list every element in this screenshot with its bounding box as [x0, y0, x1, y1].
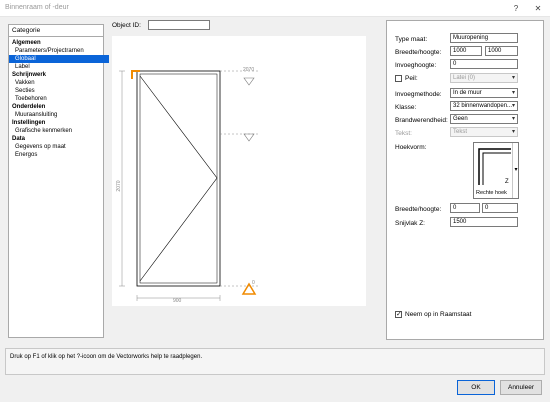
include-window-schedule-label: Neem op in Raamstaat: [405, 311, 472, 318]
category-item[interactable]: Gegevens op maat: [9, 143, 109, 151]
width-height-2-label: Breedte/hoogte:: [395, 206, 442, 213]
category-list: Algemeen Parameters/Projectrarnen Globaal L…: [8, 36, 109, 338]
width-height-label: Breedte/hoogte:: [395, 49, 442, 56]
category-item[interactable]: Toebehoren: [9, 95, 109, 103]
level-select[interactable]: Latei (0) ▾: [450, 73, 518, 83]
category-item[interactable]: Energos: [9, 151, 109, 159]
cancel-button[interactable]: Annuleer: [500, 380, 542, 395]
top-level-marker: [243, 77, 255, 86]
class-label: Klasse:: [395, 104, 417, 111]
help-text-box: Druk op F1 of klik op het ?-icoon om de …: [5, 348, 545, 375]
right-angle-icon: Z: [478, 148, 511, 185]
height-2-input[interactable]: 0: [482, 203, 518, 213]
ok-button[interactable]: OK: [457, 380, 495, 395]
level-label: Peil:: [405, 75, 418, 82]
object-id-input[interactable]: [148, 20, 210, 30]
text-label: Tekst:: [395, 130, 412, 137]
door-swing: [139, 75, 218, 282]
insertion-point-marker: [131, 70, 140, 79]
dim-top-label: 2070: [243, 67, 254, 73]
category-item[interactable]: Schrijnwerk: [9, 71, 106, 79]
cut-plane-input[interactable]: 1500: [450, 217, 518, 227]
category-item[interactable]: Parameters/Projectrarnen: [9, 47, 109, 55]
type-label: Type maat:: [395, 36, 428, 43]
cut-plane-label: Snijvlak Z:: [395, 220, 425, 227]
category-item[interactable]: Secties: [9, 87, 109, 95]
category-item[interactable]: Data: [9, 135, 106, 143]
fire-resistance-label: Brandwerendheid:: [395, 117, 448, 124]
insertion-height-label: Invoeghoogte:: [395, 62, 437, 69]
door-panel: [139, 73, 218, 284]
chevron-down-icon[interactable]: ▾: [512, 143, 519, 198]
svg-text:Z: Z: [505, 179, 509, 185]
category-item[interactable]: Muuraansluiting: [9, 111, 109, 119]
insert-method-select[interactable]: In de muur ▾: [450, 88, 518, 98]
category-item[interactable]: Algemeen: [9, 39, 106, 47]
dim-bottom-label: 900: [173, 298, 182, 304]
title-bar: Binnenraam of -deur ? ✕: [0, 0, 550, 17]
help-icon[interactable]: ?: [508, 2, 524, 15]
level-checkbox[interactable]: [395, 75, 402, 82]
type-input[interactable]: Muuropening: [450, 33, 518, 43]
width-input[interactable]: 1000: [450, 46, 482, 56]
dim-left-label: 2070: [116, 180, 122, 191]
object-id-label: Object ID:: [112, 22, 141, 29]
category-item[interactable]: Instellingen: [9, 119, 106, 127]
corner-shape-value: Rechte hoek: [476, 190, 507, 196]
window-title: Binnenraam of -deur: [5, 4, 69, 11]
corner-shape-picker[interactable]: Z Rechte hoek ▾: [473, 142, 519, 199]
insertion-height-input[interactable]: 0: [450, 59, 518, 69]
height-input[interactable]: 1000: [485, 46, 518, 56]
close-icon[interactable]: ✕: [530, 2, 546, 15]
class-select[interactable]: 32 binnenwandopen... ▾: [450, 101, 518, 111]
width-2-input[interactable]: 0: [450, 203, 480, 213]
door-preview: 2070 0 900 2070: [116, 67, 260, 304]
include-window-schedule-checkbox[interactable]: [395, 310, 402, 318]
corner-shape-label: Hoekvorm:: [395, 144, 427, 151]
category-header: Categorie: [8, 24, 104, 36]
category-item[interactable]: Label: [9, 63, 109, 71]
category-item[interactable]: Grafische kenmerken: [9, 127, 109, 135]
preview-panel: 2070 0 900 2070: [112, 36, 366, 306]
category-item[interactable]: Vakken: [9, 79, 109, 87]
help-text: Druk op F1 of klik op het ?-icoon om de …: [10, 354, 203, 360]
insert-method-label: Invoegmethode:: [395, 91, 442, 98]
mid-level-marker: [243, 133, 255, 142]
fire-resistance-select[interactable]: Geen ▾: [450, 114, 518, 124]
category-item[interactable]: Globaal: [9, 55, 109, 63]
door-frame: [136, 70, 221, 287]
dim-zero-label: 0: [252, 280, 255, 286]
text-select[interactable]: Tekst ▾: [450, 127, 518, 137]
category-item[interactable]: Onderdelen: [9, 103, 106, 111]
